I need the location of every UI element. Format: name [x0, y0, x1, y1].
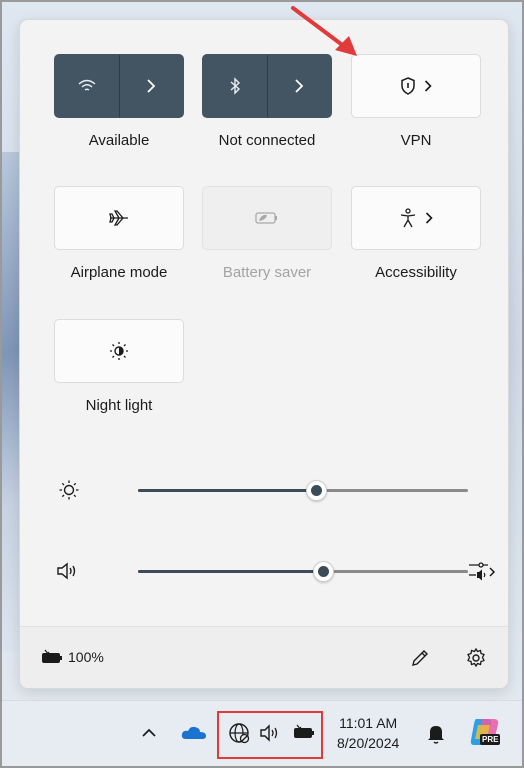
airplane-mode-tile[interactable] — [54, 186, 184, 250]
taskbar-clock[interactable]: 11:01 AM 8/20/2024 — [337, 713, 399, 753]
tile-group-airplane: Airplane mode — [54, 186, 184, 281]
gear-icon[interactable] — [465, 647, 487, 669]
battery-percent: 100% — [68, 649, 104, 665]
volume-slider-fill — [138, 570, 323, 573]
shield-icon — [401, 77, 415, 95]
brightness-slider-fill — [138, 489, 316, 492]
accessibility-icon — [400, 208, 416, 228]
screenshot-frame: Available Not connected VPN Airplane mod… — [0, 0, 524, 768]
onedrive-icon[interactable] — [180, 723, 208, 743]
network-globe-icon[interactable] — [227, 721, 251, 745]
vpn-tile-label: VPN — [400, 132, 432, 149]
battery-charging-icon[interactable] — [292, 724, 316, 740]
wifi-tile — [54, 54, 184, 118]
clock-date: 8/20/2024 — [337, 735, 400, 751]
speaker-icon[interactable] — [259, 723, 281, 743]
speaker-icon[interactable] — [56, 561, 80, 581]
volume-slider-thumb[interactable] — [313, 561, 334, 582]
brightness-slider[interactable] — [138, 480, 468, 501]
tile-group-wifi: Available — [54, 54, 184, 149]
copilot-badge: PRE — [480, 734, 501, 745]
brightness-slider-row — [56, 470, 496, 510]
accessibility-tile[interactable] — [351, 186, 481, 250]
brightness-slider-thumb[interactable] — [306, 480, 327, 501]
night-light-tile[interactable] — [54, 319, 184, 383]
copilot-button[interactable]: PRE — [468, 715, 502, 749]
night-light-icon — [110, 342, 128, 360]
battery-saver-tile — [202, 186, 332, 250]
volume-slider-row — [56, 551, 496, 591]
taskbar: 11:01 AM 8/20/2024 PRE — [2, 700, 522, 766]
bluetooth-toggle[interactable] — [203, 55, 268, 117]
wifi-toggle[interactable] — [55, 55, 120, 117]
airplane-icon — [109, 210, 128, 226]
tile-group-battery-saver: Battery saver — [202, 186, 332, 281]
battery-status[interactable]: 100% — [40, 649, 104, 665]
chevron-up-icon[interactable] — [141, 727, 157, 739]
chevron-right-icon — [425, 212, 433, 224]
sound-output-icon[interactable] — [468, 559, 496, 583]
chevron-right-icon — [424, 80, 432, 92]
battery-saver-label: Battery saver — [222, 264, 312, 281]
wifi-tile-label: Available — [88, 132, 150, 149]
volume-slider[interactable] — [138, 561, 468, 582]
bell-icon[interactable] — [426, 723, 446, 745]
battery-charging-icon — [42, 649, 62, 663]
brightness-icon — [59, 480, 79, 500]
night-light-label: Night light — [85, 397, 153, 414]
quick-settings-footer: 100% — [20, 626, 508, 688]
tile-group-night-light: Night light — [54, 319, 184, 414]
bluetooth-tile-label: Not connected — [218, 132, 316, 149]
bluetooth-icon — [230, 77, 240, 95]
airplane-mode-label: Airplane mode — [70, 264, 168, 281]
chevron-right-icon — [295, 79, 304, 93]
annotation-arrow — [291, 6, 357, 56]
pencil-icon[interactable] — [409, 647, 431, 669]
accessibility-label: Accessibility — [375, 264, 457, 281]
battery-saver-icon — [255, 212, 277, 224]
wifi-expand-button[interactable] — [120, 55, 184, 117]
clock-time: 11:01 AM — [339, 715, 398, 731]
tile-group-accessibility: Accessibility — [351, 186, 481, 281]
quick-settings-panel: Available Not connected VPN Airplane mod… — [19, 19, 509, 689]
chevron-right-icon — [147, 79, 156, 93]
wifi-icon — [78, 79, 96, 91]
